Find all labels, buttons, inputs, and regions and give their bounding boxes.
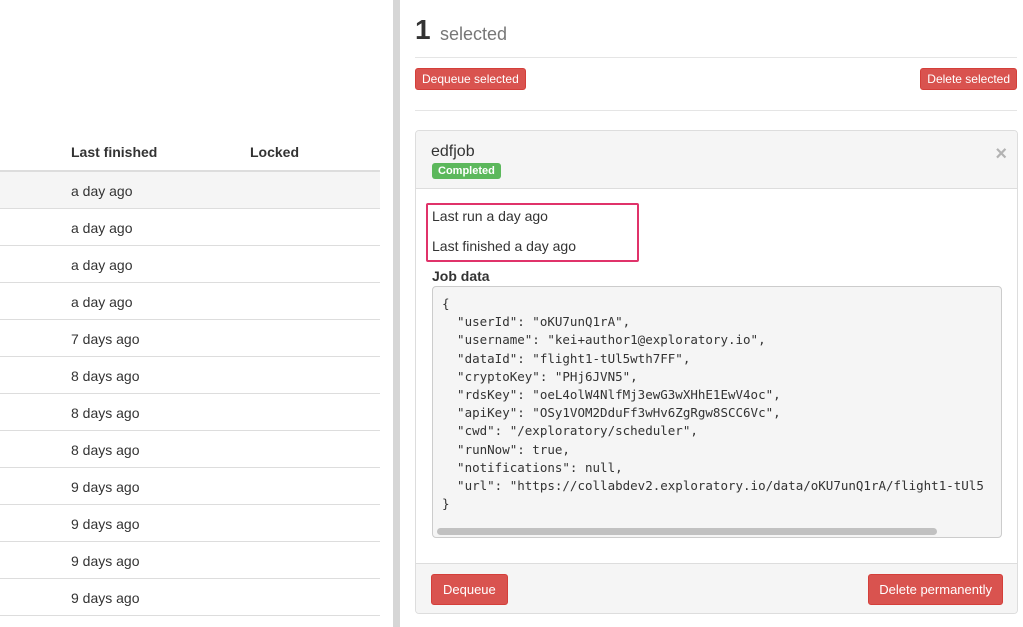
table-row[interactable]: 9 days ago — [0, 579, 380, 616]
close-icon[interactable]: × — [995, 143, 1007, 165]
job-card-footer: Dequeue Delete permanently — [416, 563, 1017, 613]
delete-permanently-button[interactable]: Delete permanently — [868, 574, 1003, 605]
last-run-text: Last run a day ago — [432, 208, 548, 224]
job-card-header: edfjob Completed × — [416, 131, 1017, 189]
table-body: a day ago a day ago a day ago a day ago … — [0, 172, 380, 616]
table-row[interactable]: 7 days ago — [0, 320, 380, 357]
table-row[interactable]: a day ago — [0, 209, 380, 246]
job-detail-card: edfjob Completed × Last run a day ago La… — [415, 130, 1018, 614]
table-row[interactable]: 9 days ago — [0, 468, 380, 505]
table-row[interactable]: a day ago — [0, 283, 380, 320]
table-row[interactable]: 8 days ago — [0, 394, 380, 431]
dequeue-selected-button[interactable]: Dequeue selected — [415, 68, 526, 90]
cell-last-finished: 9 days ago — [71, 553, 140, 569]
horizontal-scrollbar[interactable] — [437, 528, 937, 535]
last-finished-text: Last finished a day ago — [432, 238, 576, 254]
table-row[interactable]: 8 days ago — [0, 357, 380, 394]
job-data-json: { "userId": "oKU7unQ1rA", "username": "k… — [442, 296, 984, 512]
delete-selected-button[interactable]: Delete selected — [920, 68, 1017, 90]
job-data-label: Job data — [432, 268, 490, 284]
selection-header: 1 selected — [415, 12, 1017, 58]
splitter-handle[interactable] — [393, 0, 400, 627]
table-row[interactable]: 8 days ago — [0, 431, 380, 468]
table-row[interactable]: a day ago — [0, 172, 380, 209]
cell-last-finished: 9 days ago — [71, 590, 140, 606]
dequeue-button[interactable]: Dequeue — [431, 574, 508, 605]
job-data-code-block[interactable]: { "userId": "oKU7unQ1rA", "username": "k… — [432, 286, 1002, 538]
table-row[interactable]: a day ago — [0, 246, 380, 283]
column-header-locked[interactable]: Locked — [250, 144, 299, 160]
job-name: edfjob — [431, 143, 475, 160]
selected-label: selected — [440, 24, 508, 44]
pane-splitter[interactable] — [380, 0, 403, 627]
cell-last-finished: 9 days ago — [71, 516, 140, 532]
cell-last-finished: a day ago — [71, 183, 133, 199]
table-row[interactable]: 9 days ago — [0, 542, 380, 579]
cell-last-finished: 8 days ago — [71, 405, 140, 421]
detail-pane: 1 selected Dequeue selected Delete selec… — [403, 0, 1023, 627]
status-badge: Completed — [432, 163, 501, 179]
cell-last-finished: 8 days ago — [71, 368, 140, 384]
divider — [415, 110, 1017, 111]
selected-count: 1 — [415, 14, 431, 45]
cell-last-finished: a day ago — [71, 220, 133, 236]
cell-last-finished: a day ago — [71, 257, 133, 273]
column-header-last-finished[interactable]: Last finished — [71, 144, 157, 160]
table-row[interactable]: 9 days ago — [0, 505, 380, 542]
cell-last-finished: 9 days ago — [71, 479, 140, 495]
cell-last-finished: a day ago — [71, 294, 133, 310]
table-header: Last finished Locked — [0, 134, 380, 172]
job-list-pane: Last finished Locked a day ago a day ago… — [0, 0, 380, 627]
cell-last-finished: 8 days ago — [71, 442, 140, 458]
cell-last-finished: 7 days ago — [71, 331, 140, 347]
